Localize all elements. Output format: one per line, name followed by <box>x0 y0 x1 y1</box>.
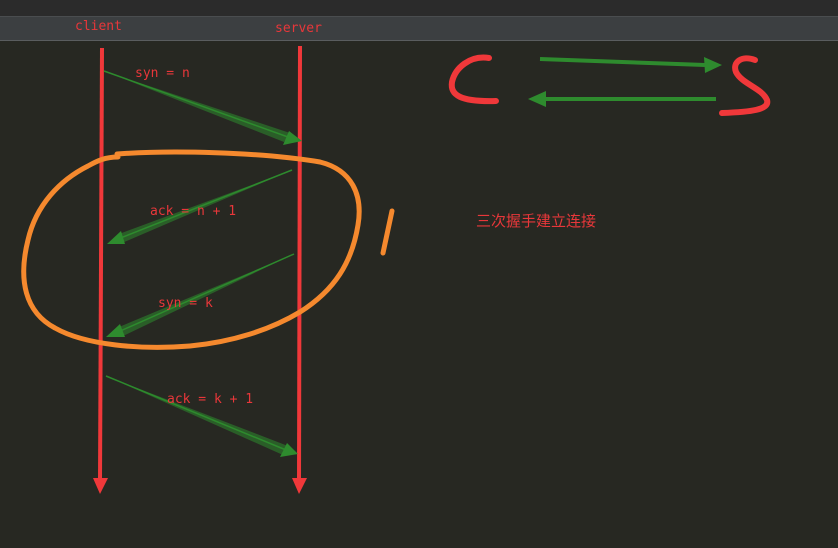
handshake-annotation: 三次握手建立连接 <box>476 212 597 230</box>
sketch-arrow-s-to-c <box>528 91 716 107</box>
sketch-arrow-c-to-s <box>539 57 722 73</box>
sketch-letter-s <box>719 55 771 116</box>
highlight-tick-mark <box>380 208 395 256</box>
message-arrow-ack-k-plus-1 <box>105 375 298 457</box>
message-label-syn-n: syn = n <box>135 66 190 81</box>
message-arrow-syn-n <box>103 70 302 145</box>
server-lifeline-arrowhead <box>292 478 307 494</box>
sketch-letter-c <box>448 54 499 105</box>
client-lifeline <box>93 47 108 494</box>
message-label-syn-k: syn = k <box>158 296 213 311</box>
sequence-diagram: syn = n ack = n + 1 syn = k ack = k + 1 <box>21 45 771 494</box>
message-label-ack-k-plus-1: ack = k + 1 <box>167 392 253 407</box>
server-lifeline <box>292 45 307 494</box>
client-lifeline-arrowhead <box>93 478 108 494</box>
highlight-ellipse <box>21 149 362 350</box>
message-label-ack-n-plus-1: ack = n + 1 <box>150 204 236 219</box>
